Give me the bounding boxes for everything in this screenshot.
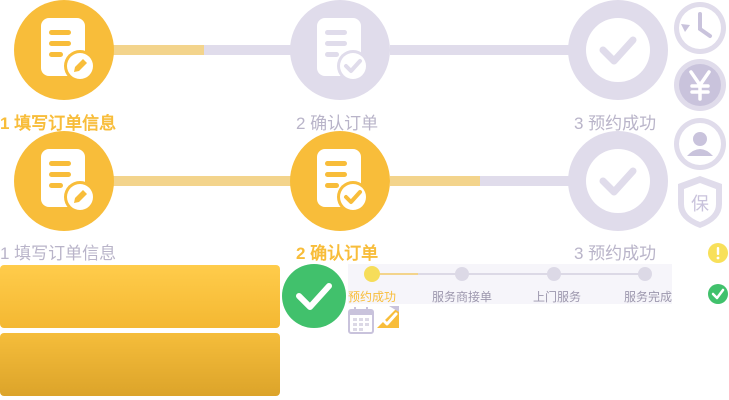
step-1-circle [14,131,114,231]
step-2-circle [290,0,390,100]
calendar-icon[interactable] [348,306,374,339]
document-check-icon [317,149,369,213]
step-3-circle [568,131,668,231]
document-edit-icon [41,149,96,213]
yen-icon [672,57,728,113]
step-2-label: 2 确认订单 [296,244,379,263]
mini-label-3: 上门服务 [533,290,582,304]
mini-label-4: 服务完成 [624,290,673,304]
document-check-icon [317,18,369,82]
check-circle-icon [586,149,650,213]
mini-dot-active [364,266,380,282]
step-2-circle [290,131,390,231]
mini-track-inactive [418,273,648,275]
secondary-button[interactable] [0,333,280,396]
mini-dot [455,267,469,281]
success-check-icon [282,264,346,333]
connector-2-inactive [480,176,570,186]
mini-label-1: 预约成功 [348,290,397,304]
primary-button[interactable] [0,265,280,328]
check-icon [708,284,728,309]
shield-icon: 保 [672,174,728,230]
connector-2-inactive [390,45,570,55]
connector-1-inactive [204,45,294,55]
clock-icon [672,0,728,56]
connector-1-active [112,176,294,186]
check-circle-icon [586,18,650,82]
warning-icon [708,243,728,268]
step-3-label: 3 预约成功 [574,244,657,263]
edit-icon[interactable] [375,304,401,335]
mini-label-2: 服务商接单 [432,290,493,304]
user-icon [672,116,728,172]
connector-1-active [112,45,204,55]
mini-dot [638,267,652,281]
mini-dot [547,267,561,281]
step-3-circle [568,0,668,100]
connector-2-active [390,176,480,186]
step-1-label: 1 填写订单信息 [0,244,117,263]
svg-text:保: 保 [691,194,709,215]
step-1-circle [14,0,114,100]
document-edit-icon [41,18,96,82]
mini-progress: 预约成功 服务商接单 上门服务 服务完成 [348,264,672,304]
